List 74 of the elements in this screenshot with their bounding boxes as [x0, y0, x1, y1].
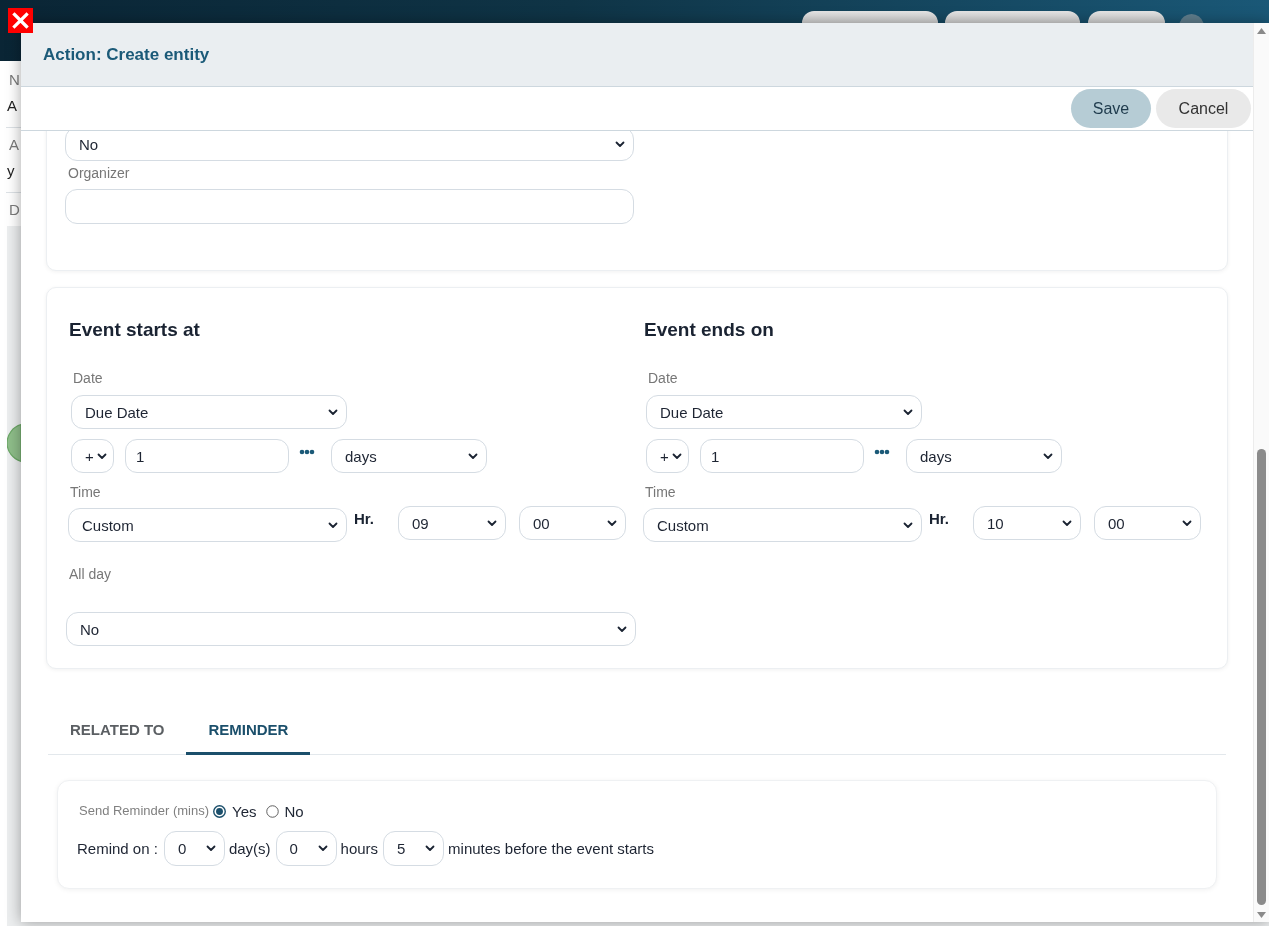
chevron-down-icon	[425, 845, 436, 852]
field-value: y	[7, 162, 15, 180]
chevron-down-icon	[205, 845, 216, 852]
dialog-title: Action: Create entity	[43, 44, 210, 65]
save-button[interactable]: Save	[1071, 89, 1151, 128]
more-dots-icon[interactable]	[874, 449, 890, 455]
number-field[interactable]: 1	[125, 439, 289, 473]
number-dropdown[interactable]: 0	[163, 831, 225, 866]
chevron-down-icon	[607, 519, 617, 527]
chevron-down-icon	[487, 519, 497, 527]
chevron-down-icon	[672, 452, 682, 460]
header-button[interactable]	[945, 11, 1080, 23]
hour-dropdown[interactable]: 10	[973, 506, 1081, 540]
unit-dropdown[interactable]: days	[331, 439, 487, 473]
scrollbar-thumb[interactable]	[1257, 449, 1266, 905]
organizer-field[interactable]	[65, 189, 634, 224]
number-field[interactable]: 1	[700, 439, 864, 473]
tab[interactable]: REMINDER	[186, 707, 311, 755]
header-button[interactable]	[1088, 11, 1165, 23]
section-heading: Event starts at	[69, 318, 200, 342]
field-label: N	[9, 71, 20, 89]
field-label: Date	[648, 369, 678, 387]
field-label: A	[9, 136, 19, 154]
unit-label: minutes before the event starts	[448, 840, 655, 857]
scroll-down-icon[interactable]	[1257, 912, 1266, 918]
number-dropdown[interactable]: 0	[275, 831, 337, 866]
chevron-down-icon	[328, 521, 338, 529]
minute-dropdown[interactable]: 00	[519, 506, 626, 540]
chevron-down-icon	[468, 452, 478, 460]
hour-dropdown[interactable]: 09	[398, 506, 506, 540]
field-label: All day	[69, 565, 112, 583]
radio-option[interactable]: No	[265, 802, 304, 820]
tab[interactable]: RELATED TO	[48, 707, 187, 755]
field-label: Send Reminder (mins)	[79, 802, 210, 818]
chevron-down-icon	[1062, 519, 1072, 527]
chevron-down-icon	[328, 408, 338, 416]
field-label: Organizer	[68, 164, 130, 182]
field-value: A	[7, 97, 17, 115]
chevron-down-icon	[97, 452, 107, 460]
unit-label: hours	[340, 840, 379, 857]
time-dropdown[interactable]: Custom	[68, 508, 347, 542]
chevron-down-icon	[1043, 452, 1053, 460]
more-dots-icon[interactable]	[299, 449, 315, 455]
number-dropdown[interactable]: 5	[383, 831, 445, 866]
chevron-down-icon	[903, 408, 913, 416]
time-dropdown[interactable]: Custom	[643, 508, 922, 542]
date-dropdown[interactable]: Due Date	[646, 395, 922, 429]
dropdown[interactable]: No	[65, 131, 634, 161]
field-label: Time	[70, 483, 101, 501]
all-day-dropdown[interactable]: No	[66, 612, 636, 646]
chevron-down-icon	[615, 140, 625, 148]
sign-dropdown[interactable]: +	[71, 439, 114, 473]
remind-on-label: Remind on :	[77, 840, 158, 857]
minute-dropdown[interactable]: 00	[1094, 506, 1201, 540]
chevron-down-icon	[617, 625, 627, 633]
hour-label: Hr.	[354, 510, 374, 528]
section-heading: Event ends on	[644, 318, 774, 342]
radio-option[interactable]: Yes	[213, 802, 257, 820]
close-icon[interactable]	[8, 8, 33, 33]
header-button[interactable]	[802, 11, 938, 23]
cancel-button[interactable]: Cancel	[1156, 89, 1251, 128]
avatar-icon[interactable]	[1179, 14, 1204, 23]
field-label: D	[9, 201, 20, 219]
scroll-up-icon[interactable]	[1257, 28, 1266, 34]
unit-dropdown[interactable]: days	[906, 439, 1062, 473]
date-dropdown[interactable]: Due Date	[71, 395, 347, 429]
field-label: Date	[73, 369, 103, 387]
field-label: Time	[645, 483, 676, 501]
hour-label: Hr.	[929, 510, 949, 528]
chevron-down-icon	[317, 845, 328, 852]
unit-label: day(s)	[228, 840, 271, 857]
chevron-down-icon	[1182, 519, 1192, 527]
chevron-down-icon	[903, 521, 913, 529]
sign-dropdown[interactable]: +	[646, 439, 689, 473]
